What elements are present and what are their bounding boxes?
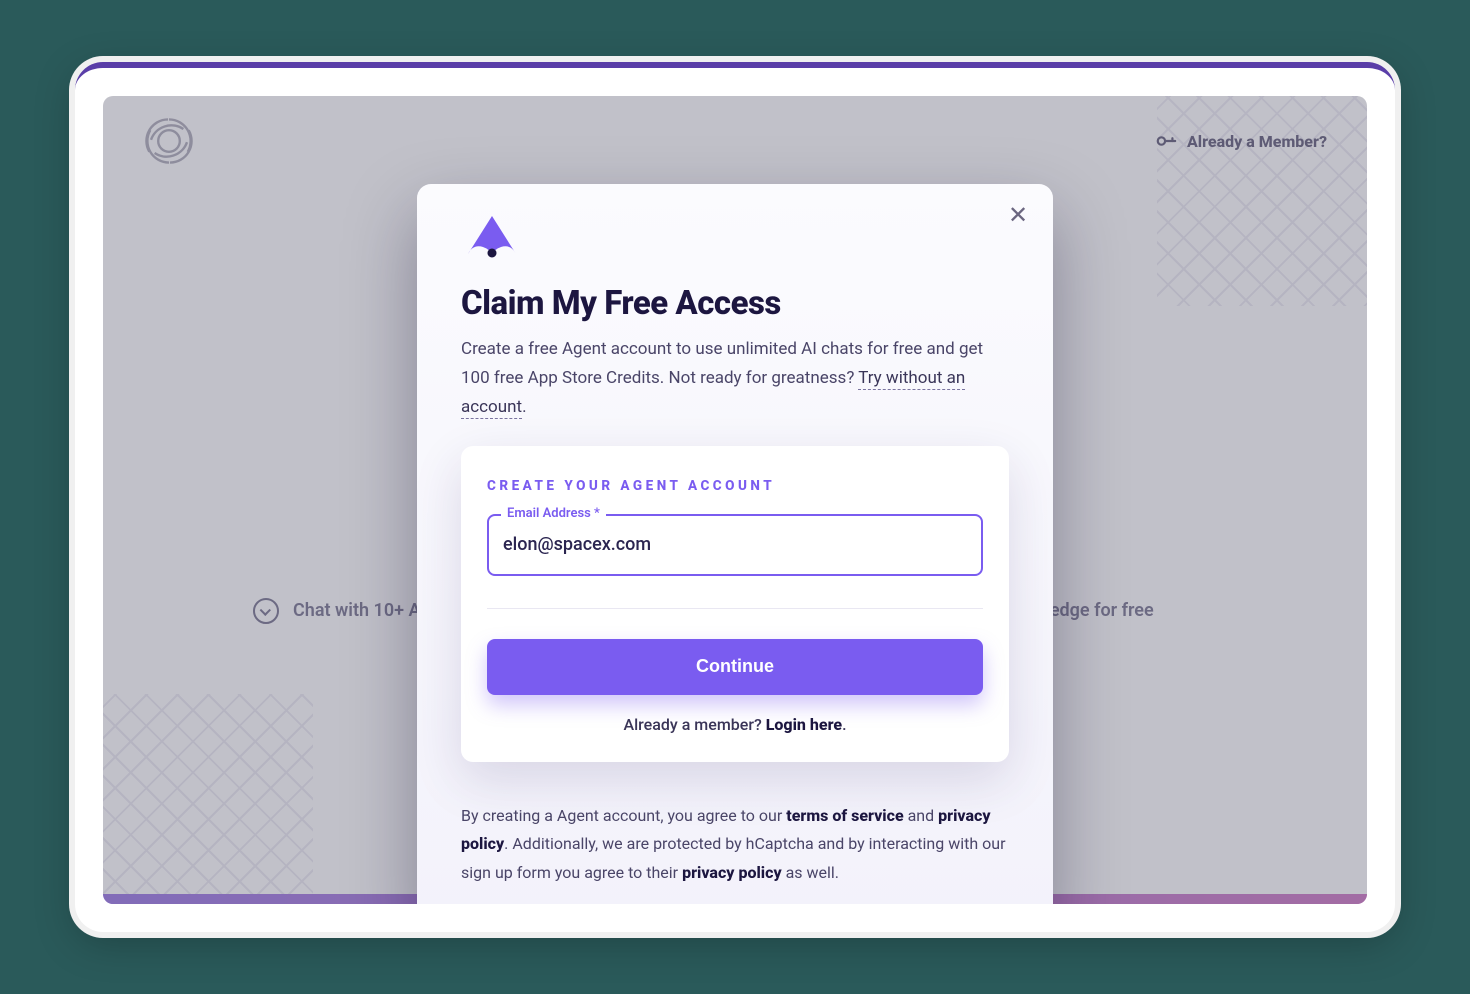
header: Already a Member? <box>103 96 1367 186</box>
already-member-label: Already a Member? <box>1187 132 1327 151</box>
login-prompt: Already a member? Login here. <box>487 715 983 734</box>
legal-text: By creating a Agent account, you agree t… <box>461 802 1009 888</box>
signup-modal: ✕ Claim My Free Access Create a free Age… <box>417 184 1053 904</box>
continue-button[interactable]: Continue <box>487 639 983 695</box>
email-label: Email Address * <box>501 506 606 521</box>
login-prompt-post: . <box>842 715 846 734</box>
signup-form-card: CREATE YOUR AGENT ACCOUNT Email Address … <box>461 446 1009 762</box>
decorative-lines-bottom-left <box>103 694 313 904</box>
modal-subtitle: Create a free Agent account to use unlim… <box>461 335 1009 422</box>
form-eyebrow: CREATE YOUR AGENT ACCOUNT <box>487 478 983 494</box>
legal-mid1: and <box>904 806 939 825</box>
openai-logo-icon <box>143 115 195 167</box>
login-prompt-text: Already a member? <box>623 715 765 734</box>
close-button[interactable]: ✕ <box>1003 200 1033 230</box>
already-member-link[interactable]: Already a Member? <box>1155 130 1327 152</box>
device-frame: Already a Member? Chat with 10+ AI's who… <box>75 62 1395 932</box>
legal-pre: By creating a Agent account, you agree t… <box>461 806 786 825</box>
hcaptcha-privacy-link[interactable]: privacy policy <box>682 863 782 882</box>
chat-icon <box>253 598 279 624</box>
legal-post: as well. <box>782 863 839 882</box>
form-divider <box>487 608 983 609</box>
modal-subtitle-post: . <box>522 397 526 417</box>
modal-title: Claim My Free Access <box>461 284 1009 323</box>
terms-of-service-link[interactable]: terms of service <box>786 806 903 825</box>
close-icon: ✕ <box>1008 201 1028 230</box>
email-field-wrapper[interactable]: Email Address * <box>487 514 983 576</box>
key-icon <box>1155 130 1177 152</box>
login-here-link[interactable]: Login here <box>766 715 842 734</box>
email-input[interactable] <box>503 534 967 555</box>
page-background: Already a Member? Chat with 10+ AI's who… <box>103 96 1367 904</box>
agent-logo-icon <box>461 214 523 260</box>
